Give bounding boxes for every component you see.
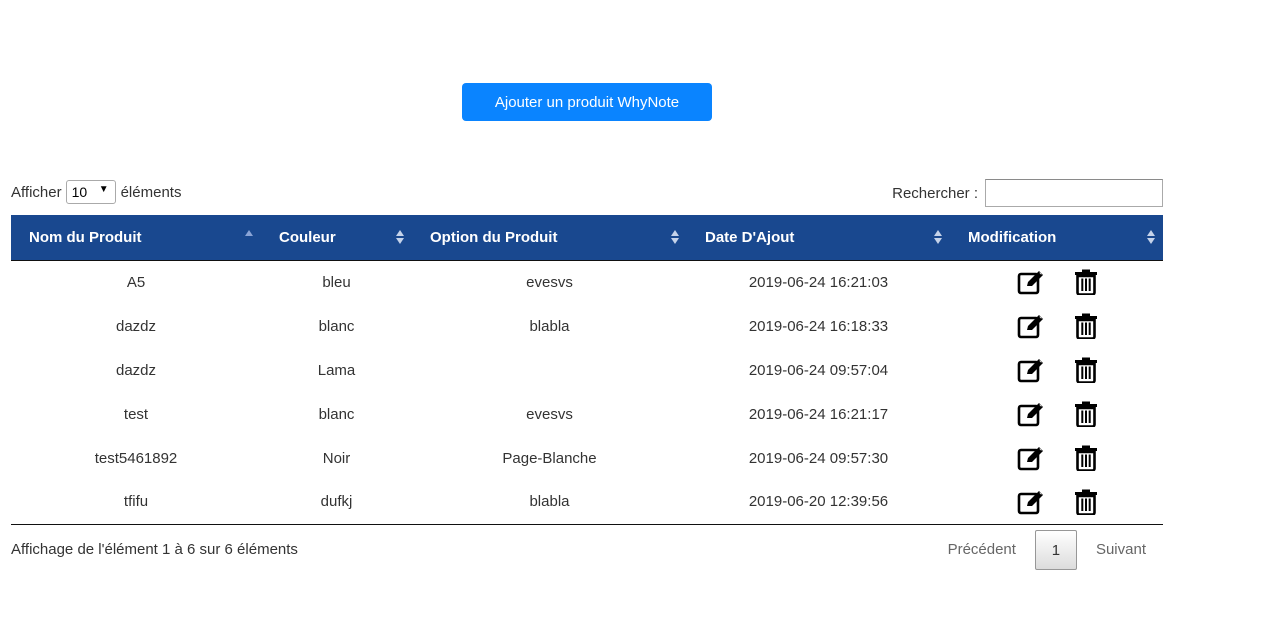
length-prefix-label: Afficher bbox=[11, 183, 62, 201]
sort-both-icon bbox=[396, 228, 404, 246]
column-header-label: Option du Produit bbox=[430, 228, 558, 246]
column-header-option[interactable]: Option du Produit bbox=[412, 215, 687, 261]
sort-both-icon bbox=[934, 228, 942, 246]
row-actions bbox=[950, 401, 1163, 427]
cell-color: Noir bbox=[322, 449, 351, 467]
search-control: Rechercher : bbox=[892, 179, 1163, 207]
table-row: A5 bleu evesvs 2019-06-24 16:21:03 bbox=[11, 260, 1163, 304]
cell-color: bleu bbox=[322, 273, 351, 291]
page-length-select[interactable]: 10 ▼ bbox=[65, 180, 116, 204]
edit-icon[interactable] bbox=[1017, 489, 1045, 515]
table-row: dazdz blanc blabla 2019-06-24 16:18:33 bbox=[11, 304, 1163, 348]
column-header-label: Date D'Ajout bbox=[705, 228, 795, 246]
dropdown-arrow-icon: ▼ bbox=[98, 184, 109, 195]
cell-actions bbox=[950, 348, 1163, 392]
cell-option: blabla bbox=[529, 317, 570, 335]
table-header-row: Nom du Produit Couleur Option du Produit… bbox=[11, 215, 1163, 261]
sort-both-icon bbox=[1147, 228, 1155, 246]
cell-date: 2019-06-24 16:18:33 bbox=[748, 317, 889, 335]
cell-actions bbox=[950, 436, 1163, 480]
cell-product-name: dazdz bbox=[115, 317, 157, 335]
length-suffix-label: éléments bbox=[120, 183, 182, 201]
column-header-label: Modification bbox=[968, 228, 1057, 246]
trash-icon[interactable] bbox=[1074, 313, 1097, 339]
table-row: test5461892 Noir Page-Blanche 2019-06-24 09… bbox=[11, 436, 1163, 480]
add-product-button[interactable]: Ajouter un produit WhyNote bbox=[462, 83, 712, 121]
search-input[interactable] bbox=[985, 179, 1163, 207]
table-row: test blanc evesvs 2019-06-24 16:21:17 bbox=[11, 392, 1163, 436]
trash-icon[interactable] bbox=[1074, 357, 1097, 383]
column-header-modification[interactable]: Modification bbox=[950, 215, 1163, 261]
cell-option: Page-Blanche bbox=[502, 449, 597, 467]
cell-option: evesvs bbox=[526, 405, 573, 423]
row-actions bbox=[950, 357, 1163, 383]
cell-color: Lama bbox=[317, 361, 356, 379]
cell-actions bbox=[950, 480, 1163, 525]
cell-date: 2019-06-20 12:39:56 bbox=[687, 480, 950, 525]
cell-color: blanc bbox=[318, 405, 355, 423]
trash-icon[interactable] bbox=[1074, 269, 1097, 296]
cell-date: 2019-06-24 16:21:03 bbox=[748, 273, 889, 291]
column-header-date[interactable]: Date D'Ajout bbox=[687, 215, 950, 261]
trash-icon[interactable] bbox=[1074, 445, 1097, 471]
cell-date: 2019-06-24 09:57:30 bbox=[748, 449, 889, 467]
cell-option bbox=[412, 348, 687, 392]
trash-icon[interactable] bbox=[1074, 489, 1097, 515]
search-label: Rechercher : bbox=[892, 184, 978, 202]
cell-product-name: test5461892 bbox=[94, 449, 178, 467]
edit-icon[interactable] bbox=[1017, 445, 1045, 471]
edit-icon[interactable] bbox=[1017, 401, 1045, 427]
cell-date: 2019-06-24 16:21:17 bbox=[748, 405, 889, 423]
sort-ascending-icon bbox=[245, 228, 253, 246]
cell-date: 2019-06-24 09:57:04 bbox=[748, 361, 889, 379]
column-header-color[interactable]: Couleur bbox=[261, 215, 412, 261]
page-length-control: Afficher 10 ▼ éléments bbox=[11, 180, 181, 204]
table-info: Affichage de l'élément 1 à 6 sur 6 éléme… bbox=[11, 541, 298, 558]
previous-page-button[interactable]: Précédent bbox=[931, 530, 1033, 570]
cell-color: dufkj bbox=[261, 480, 412, 525]
edit-icon[interactable] bbox=[1017, 269, 1045, 295]
cell-option: blabla bbox=[412, 480, 687, 525]
edit-icon[interactable] bbox=[1017, 357, 1045, 383]
cell-option: evesvs bbox=[526, 273, 573, 291]
column-header-label: Nom du Produit bbox=[29, 228, 142, 246]
edit-icon[interactable] bbox=[1017, 313, 1045, 339]
cell-color: blanc bbox=[318, 317, 355, 335]
row-actions bbox=[950, 489, 1163, 515]
column-header-label: Couleur bbox=[279, 228, 336, 246]
column-header-name[interactable]: Nom du Produit bbox=[11, 215, 261, 261]
next-page-button[interactable]: Suivant bbox=[1079, 530, 1163, 570]
sort-both-icon bbox=[671, 228, 679, 246]
cell-actions bbox=[950, 260, 1163, 304]
cell-actions bbox=[950, 392, 1163, 436]
page-length-value: 10 bbox=[71, 184, 88, 200]
row-actions bbox=[950, 313, 1163, 339]
products-table: Nom du Produit Couleur Option du Produit… bbox=[11, 215, 1163, 525]
cell-actions bbox=[950, 304, 1163, 348]
cell-product-name: test bbox=[123, 405, 149, 423]
row-actions bbox=[950, 445, 1163, 471]
row-actions bbox=[950, 269, 1163, 296]
table-row: dazdz Lama 2019-06-24 09:57:04 bbox=[11, 348, 1163, 392]
table-row: tfifu dufkj blabla 2019-06-20 12:39:56 bbox=[11, 480, 1163, 525]
cell-product-name: A5 bbox=[126, 273, 146, 291]
cell-product-name: tfifu bbox=[11, 480, 261, 525]
trash-icon[interactable] bbox=[1074, 401, 1097, 427]
page-button-current[interactable]: 1 bbox=[1034, 530, 1077, 570]
cell-product-name: dazdz bbox=[115, 361, 157, 379]
pagination: Précédent 1 Suivant bbox=[931, 530, 1163, 570]
